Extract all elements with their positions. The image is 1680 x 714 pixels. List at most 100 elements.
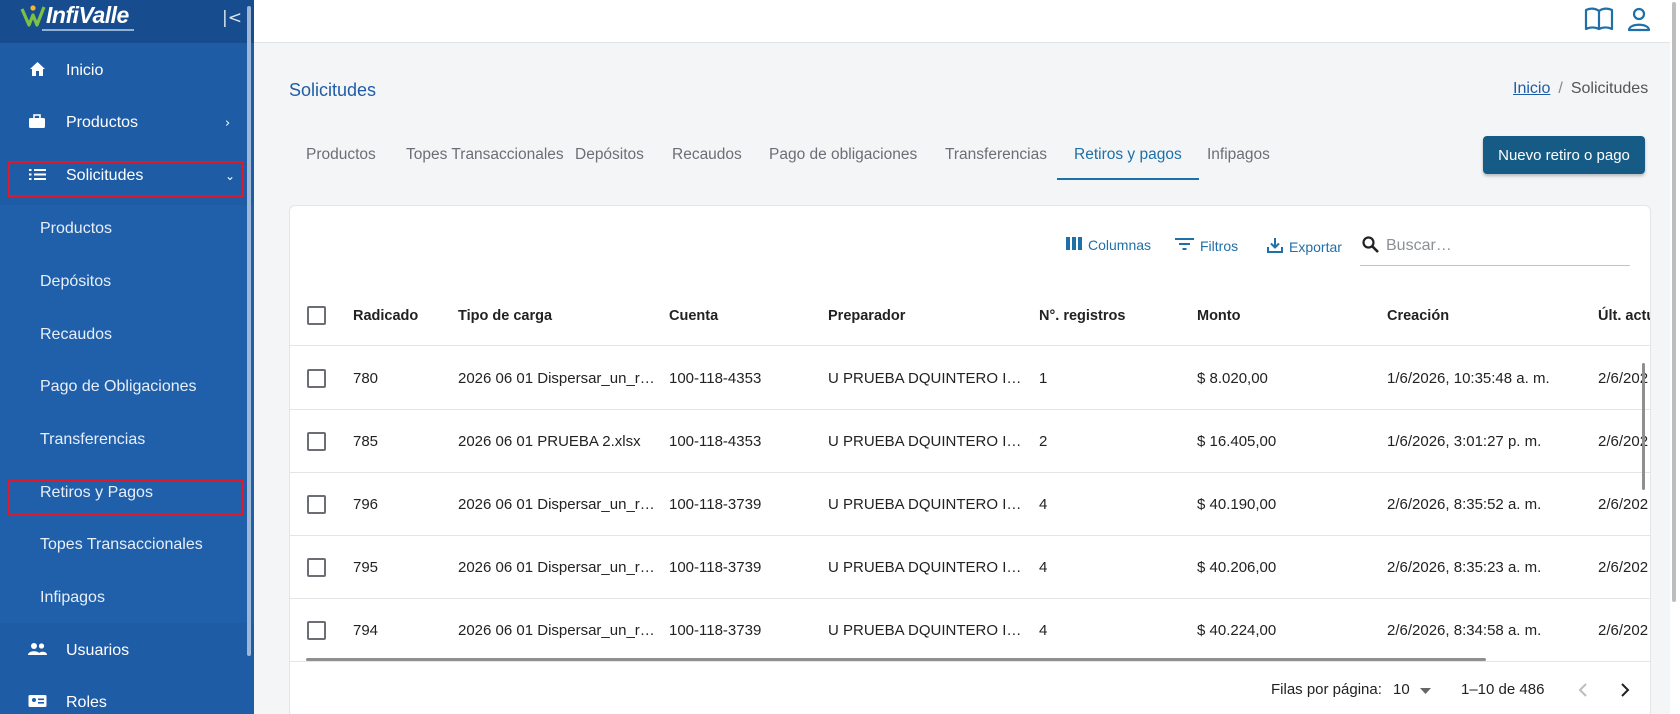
chevron-right-icon: › (225, 115, 231, 131)
tab-topes-transaccionales[interactable]: Topes Transaccionales (389, 132, 581, 180)
page-title: Solicitudes (289, 80, 377, 100)
cell-ultima-actualizacion: 2/6/202 (1598, 370, 1649, 387)
cell-registros: 2 (1039, 433, 1048, 450)
logo-bar: InfiValle |< (0, 0, 254, 43)
submenu-item-transferencias[interactable]: Transferencias (0, 416, 254, 464)
tab-productos[interactable]: Productos (289, 132, 393, 180)
tab-transferencias[interactable]: Transferencias (928, 132, 1064, 180)
cell-creacion: 1/6/2026, 3:01:27 p. m. (1387, 433, 1542, 450)
filters-button[interactable]: Filtros (1175, 237, 1238, 254)
columns-label: Columnas (1088, 237, 1152, 253)
cell-creacion: 2/6/2026, 8:35:52 a. m. (1387, 496, 1542, 513)
cell-radicado: 785 (353, 433, 379, 450)
cell-tipo-carga: 2026 06 01 Dispersar_un_r… (458, 622, 655, 639)
sidebar-scrollbar[interactable] (247, 6, 251, 656)
cell-registros: 4 (1039, 622, 1048, 639)
submenu-item-recaudos[interactable]: Recaudos (0, 311, 254, 359)
submenu-item-topes[interactable]: Topes Transaccionales (0, 521, 254, 569)
tab-retiros-pagos[interactable]: Retiros y pagos (1057, 132, 1199, 180)
page-scrollbar-thumb[interactable] (1672, 2, 1676, 602)
home-icon (27, 61, 47, 81)
download-icon (1267, 237, 1283, 256)
previous-page-icon[interactable] (1578, 682, 1588, 702)
filters-label: Filtros (1200, 237, 1239, 254)
select-all-checkbox[interactable] (307, 306, 326, 325)
submenu-item-label: Transferencias (40, 431, 146, 448)
submenu-item-infipagos[interactable]: Infipagos (0, 574, 254, 622)
sidebar-item-inicio[interactable]: Inicio (0, 47, 254, 95)
table-vertical-scrollbar[interactable] (1642, 363, 1645, 490)
cell-creacion: 2/6/2026, 8:34:58 a. m. (1387, 622, 1542, 639)
cell-tipo-carga: 2026 06 01 PRUEBA 2.xlsx (458, 433, 641, 450)
next-page-icon[interactable] (1620, 682, 1630, 702)
submenu-item-pago-obligaciones[interactable]: Pago de Obligaciones (0, 363, 254, 411)
cell-creacion: 1/6/2026, 10:35:48 a. m. (1387, 370, 1550, 387)
cell-radicado: 796 (353, 496, 379, 513)
submenu-item-label: Recaudos (40, 326, 113, 343)
table-row[interactable]: 794 2026 06 01 Dispersar_un_r… 100-118-3… (290, 599, 1650, 662)
tab-recaudos[interactable]: Recaudos (655, 132, 759, 180)
column-header-preparador[interactable]: Preparador (828, 286, 905, 346)
breadcrumb-home-link[interactable]: Inicio (1513, 80, 1550, 97)
column-header-radicado[interactable]: Radicado (353, 286, 418, 346)
pagination-range: 1–10 de 486 (1461, 681, 1545, 698)
submenu-item-label: Depósitos (40, 273, 112, 290)
cell-tipo-carga: 2026 06 01 Dispersar_un_r… (458, 496, 655, 513)
cell-radicado: 794 (353, 622, 379, 639)
cell-preparador: U PRUEBA DQUINTERO I… (828, 433, 1022, 450)
submenu-item-productos[interactable]: Productos (0, 205, 254, 253)
table-row[interactable]: 785 2026 06 01 PRUEBA 2.xlsx 100-118-435… (290, 410, 1650, 473)
row-checkbox[interactable] (307, 495, 326, 514)
cell-monto: $ 40.206,00 (1197, 559, 1277, 576)
row-checkbox[interactable] (307, 621, 326, 640)
tab-depositos[interactable]: Depósitos (558, 132, 661, 180)
user-icon[interactable] (1627, 6, 1651, 37)
cell-ultima-actualizacion: 2/6/202 (1598, 559, 1649, 576)
column-header-registros[interactable]: N°. registros (1039, 286, 1125, 346)
table-row[interactable]: 780 2026 06 01 Dispersar_un_r… 100-118-4… (290, 347, 1650, 410)
submenu-item-label: Pago de Obligaciones (40, 378, 197, 395)
column-header-tipo-carga[interactable]: Tipo de carga (458, 286, 552, 346)
breadcrumb: Inicio / Solicitudes (1513, 80, 1648, 98)
columns-button[interactable]: Columnas (1066, 237, 1151, 253)
cell-tipo-carga: 2026 06 01 Dispersar_un_r… (458, 559, 655, 576)
filter-icon (1175, 237, 1194, 254)
page-scrollbar[interactable] (1670, 0, 1680, 714)
cell-cuenta: 100-118-3739 (669, 496, 762, 513)
sidebar-item-usuarios[interactable]: Usuarios (0, 627, 254, 675)
tab-infipagos[interactable]: Infipagos (1190, 132, 1287, 180)
rows-per-page-label: Filas por página: (1271, 681, 1382, 698)
search-icon (1362, 236, 1379, 258)
logo-text: InfiValle (46, 2, 129, 28)
tab-pago-obligaciones[interactable]: Pago de obligaciones (752, 132, 934, 180)
cell-tipo-carga: 2026 06 01 Dispersar_un_r… (458, 370, 655, 387)
collapse-sidebar-icon[interactable]: |< (222, 8, 242, 28)
sidebar: InfiValle |< Inicio Productos › Solicitu… (0, 0, 254, 714)
highlight-box-solicitudes (8, 161, 244, 197)
book-icon[interactable] (1584, 6, 1614, 37)
row-checkbox[interactable] (307, 558, 326, 577)
column-header-creacion[interactable]: Creación (1387, 286, 1449, 346)
column-header-monto[interactable]: Monto (1197, 286, 1240, 346)
rows-per-page-select[interactable]: 10 (1393, 681, 1431, 698)
submenu-item-depositos[interactable]: Depósitos (0, 258, 254, 306)
search-input[interactable]: Buscar… (1360, 230, 1630, 266)
column-header-ultima-actualizacion[interactable]: Últ. actu (1598, 286, 1650, 346)
new-withdrawal-button[interactable]: Nuevo retiro o pago (1483, 136, 1645, 174)
id-card-icon (27, 694, 47, 712)
sidebar-item-roles[interactable]: Roles (0, 679, 254, 714)
cell-registros: 1 (1039, 370, 1048, 387)
export-label: Exportar (1289, 238, 1342, 255)
table-row[interactable]: 795 2026 06 01 Dispersar_un_r… 100-118-3… (290, 536, 1650, 599)
table-row[interactable]: 796 2026 06 01 Dispersar_un_r… 100-118-3… (290, 473, 1650, 536)
cell-radicado: 780 (353, 370, 379, 387)
row-checkbox[interactable] (307, 432, 326, 451)
cell-cuenta: 100-118-3739 (669, 622, 762, 639)
cell-cuenta: 100-118-4353 (669, 433, 762, 450)
sidebar-item-productos[interactable]: Productos › (0, 99, 254, 147)
row-checkbox[interactable] (307, 369, 326, 388)
export-button[interactable]: Exportar (1267, 237, 1342, 256)
column-header-cuenta[interactable]: Cuenta (669, 286, 718, 346)
sidebar-item-label: Productos (66, 114, 139, 131)
table-horizontal-scrollbar[interactable] (306, 658, 1486, 661)
